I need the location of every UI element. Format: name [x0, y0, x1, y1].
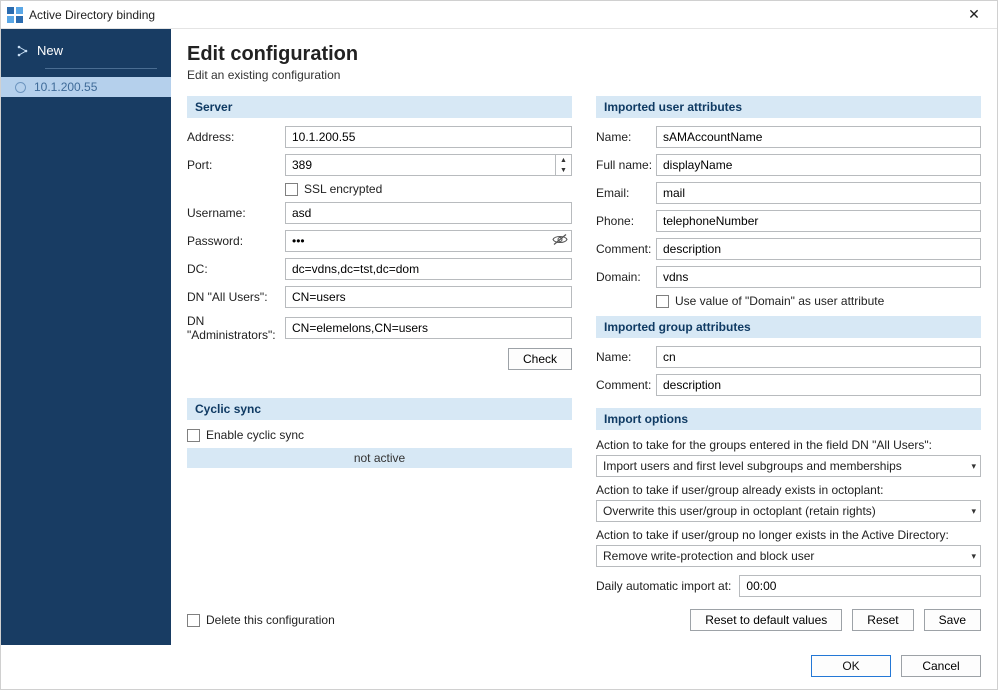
arrow-up-icon[interactable]: ▲ [556, 155, 571, 165]
action-all-value: Import users and first level subgroups a… [603, 459, 902, 473]
username-label: Username: [187, 206, 285, 220]
dn-all-input[interactable] [285, 286, 572, 308]
dn-admin-label: DN "Administrators": [187, 314, 285, 342]
use-domain-checkbox[interactable]: Use value of "Domain" as user attribute [656, 294, 981, 308]
dn-admin-input[interactable] [285, 317, 572, 339]
reset-button[interactable]: Reset [852, 609, 913, 631]
dialog-footer: OK Cancel [1, 645, 997, 689]
ua-name-label: Name: [596, 130, 656, 144]
sidebar-new-label: New [37, 43, 63, 58]
app-icon [7, 7, 23, 23]
delete-config-checkbox[interactable]: Delete this configuration [187, 613, 335, 627]
checkbox-box-icon[interactable] [187, 614, 200, 627]
address-input[interactable] [285, 126, 572, 148]
ga-comment-input[interactable] [656, 374, 981, 396]
ua-fullname-label: Full name: [596, 158, 656, 172]
reset-defaults-button[interactable]: Reset to default values [690, 609, 842, 631]
action-missing-select[interactable]: Remove write-protection and block user ▾ [596, 545, 981, 567]
daily-input[interactable] [739, 575, 981, 597]
use-domain-label: Use value of "Domain" as user attribute [675, 294, 884, 308]
ua-phone-input[interactable] [656, 210, 981, 232]
page-title: Edit configuration [187, 43, 981, 66]
ua-name-input[interactable] [656, 126, 981, 148]
ua-phone-label: Phone: [596, 214, 656, 228]
circle-icon [15, 82, 26, 93]
password-input[interactable] [285, 230, 572, 252]
section-import-opts: Import options [596, 408, 981, 430]
checkbox-box-icon[interactable] [285, 183, 298, 196]
action-all-select[interactable]: Import users and first level subgroups a… [596, 455, 981, 477]
port-input[interactable] [286, 155, 555, 175]
checkbox-box-icon[interactable] [187, 429, 200, 442]
ssl-checkbox-label: SSL encrypted [304, 182, 382, 196]
ga-name-label: Name: [596, 350, 656, 364]
sidebar-new[interactable]: New [1, 37, 171, 64]
check-button[interactable]: Check [508, 348, 572, 370]
close-button[interactable]: ✕ [957, 1, 991, 28]
ua-domain-input[interactable] [656, 266, 981, 288]
section-user-attrs: Imported user attributes [596, 96, 981, 118]
section-group-attrs: Imported group attributes [596, 316, 981, 338]
ua-email-input[interactable] [656, 182, 981, 204]
ua-fullname-input[interactable] [656, 154, 981, 176]
cyclic-status: not active [187, 448, 572, 468]
ua-email-label: Email: [596, 186, 656, 200]
ua-domain-label: Domain: [596, 270, 656, 284]
dc-input[interactable] [285, 258, 572, 280]
sidebar-separator [45, 68, 157, 69]
port-label: Port: [187, 158, 285, 172]
ga-name-input[interactable] [656, 346, 981, 368]
arrow-down-icon[interactable]: ▼ [556, 165, 571, 175]
eye-slash-icon[interactable] [552, 234, 568, 249]
action-exists-value: Overwrite this user/group in octoplant (… [603, 504, 876, 518]
save-button[interactable]: Save [924, 609, 981, 631]
titlebar: Active Directory binding ✕ [1, 1, 997, 29]
spin-arrows[interactable]: ▲▼ [555, 155, 571, 175]
ua-comment-label: Comment: [596, 242, 656, 256]
ssl-checkbox[interactable]: SSL encrypted [285, 182, 572, 196]
window-title: Active Directory binding [29, 8, 957, 22]
action-all-label: Action to take for the groups entered in… [596, 438, 981, 452]
port-stepper[interactable]: ▲▼ [285, 154, 572, 176]
password-label: Password: [187, 234, 285, 248]
chevron-down-icon: ▾ [971, 506, 976, 517]
dn-all-label: DN "All Users": [187, 290, 285, 304]
sidebar: New 10.1.200.55 [1, 29, 171, 645]
enable-cyclic-label: Enable cyclic sync [206, 428, 304, 442]
section-server: Server [187, 96, 572, 118]
sidebar-item-config[interactable]: 10.1.200.55 [1, 77, 171, 97]
page-subtitle: Edit an existing configuration [187, 68, 981, 82]
action-exists-select[interactable]: Overwrite this user/group in octoplant (… [596, 500, 981, 522]
delete-config-label: Delete this configuration [206, 613, 335, 627]
enable-cyclic-checkbox[interactable]: Enable cyclic sync [187, 428, 572, 442]
section-cyclic: Cyclic sync [187, 398, 572, 420]
action-missing-label: Action to take if user/group no longer e… [596, 528, 981, 542]
ua-comment-input[interactable] [656, 238, 981, 260]
window: Active Directory binding ✕ New 10.1.200.… [0, 0, 998, 690]
action-exists-label: Action to take if user/group already exi… [596, 483, 981, 497]
dc-label: DC: [187, 262, 285, 276]
sidebar-item-label: 10.1.200.55 [34, 80, 97, 94]
tree-icon [15, 44, 29, 58]
action-missing-value: Remove write-protection and block user [603, 549, 814, 563]
username-input[interactable] [285, 202, 572, 224]
daily-label: Daily automatic import at: [596, 579, 731, 593]
chevron-down-icon: ▾ [971, 551, 976, 562]
chevron-down-icon: ▾ [971, 461, 976, 472]
main-content: Edit configuration Edit an existing conf… [171, 29, 997, 645]
checkbox-box-icon[interactable] [656, 295, 669, 308]
ga-comment-label: Comment: [596, 378, 656, 392]
address-label: Address: [187, 130, 285, 144]
cancel-button[interactable]: Cancel [901, 655, 981, 677]
ok-button[interactable]: OK [811, 655, 891, 677]
